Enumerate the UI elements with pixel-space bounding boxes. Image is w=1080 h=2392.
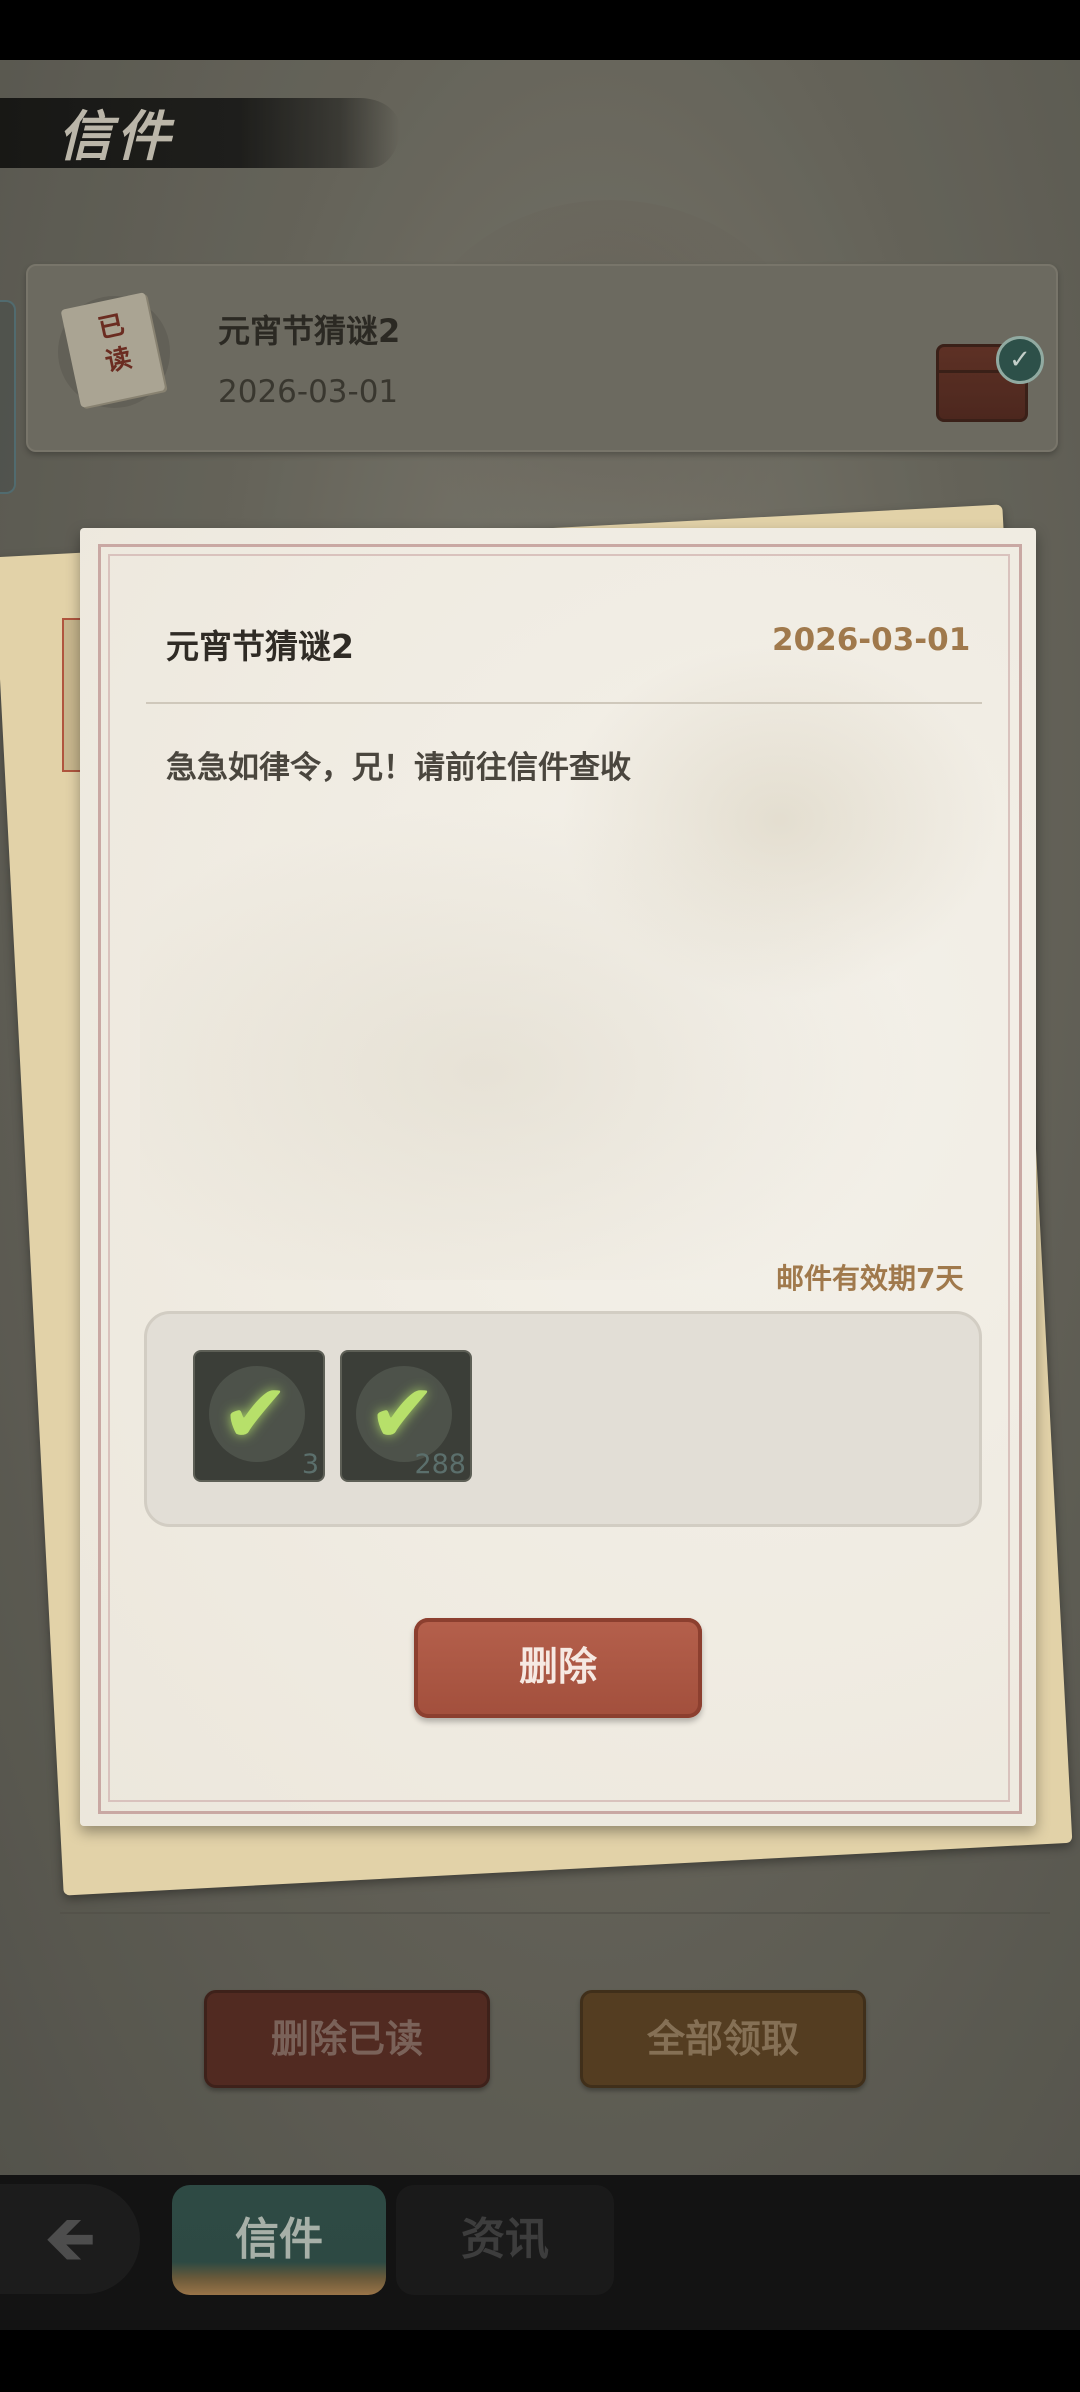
status-bar (0, 0, 1080, 60)
letter-body: 急急如律令，兄！请前往信件查收 (166, 750, 631, 786)
reward-count: 288 (414, 1449, 466, 1480)
claimed-check-icon: ✔ (221, 1367, 290, 1462)
system-gesture-bar (0, 2330, 1080, 2392)
arrow-left-icon[interactable]: 🡸 (0, 2184, 140, 2294)
letter-divider (146, 702, 982, 704)
delete-button[interactable]: 删除 (414, 1618, 702, 1718)
letter-expiry-note: 邮件有效期7天 (776, 1262, 964, 1295)
tab-news[interactable]: 资讯 (396, 2185, 614, 2295)
reward-item[interactable]: ✔ 3 (193, 1350, 325, 1482)
letter-date: 2026-03-01 (772, 622, 971, 658)
reward-count: 3 (301, 1449, 319, 1480)
reward-item[interactable]: ✔ 288 (340, 1350, 472, 1482)
claimed-check-icon: ✔ (368, 1367, 437, 1462)
tab-mail[interactable]: 信件 (172, 2185, 386, 2295)
letter-title: 元宵节猜谜2 (166, 627, 354, 666)
